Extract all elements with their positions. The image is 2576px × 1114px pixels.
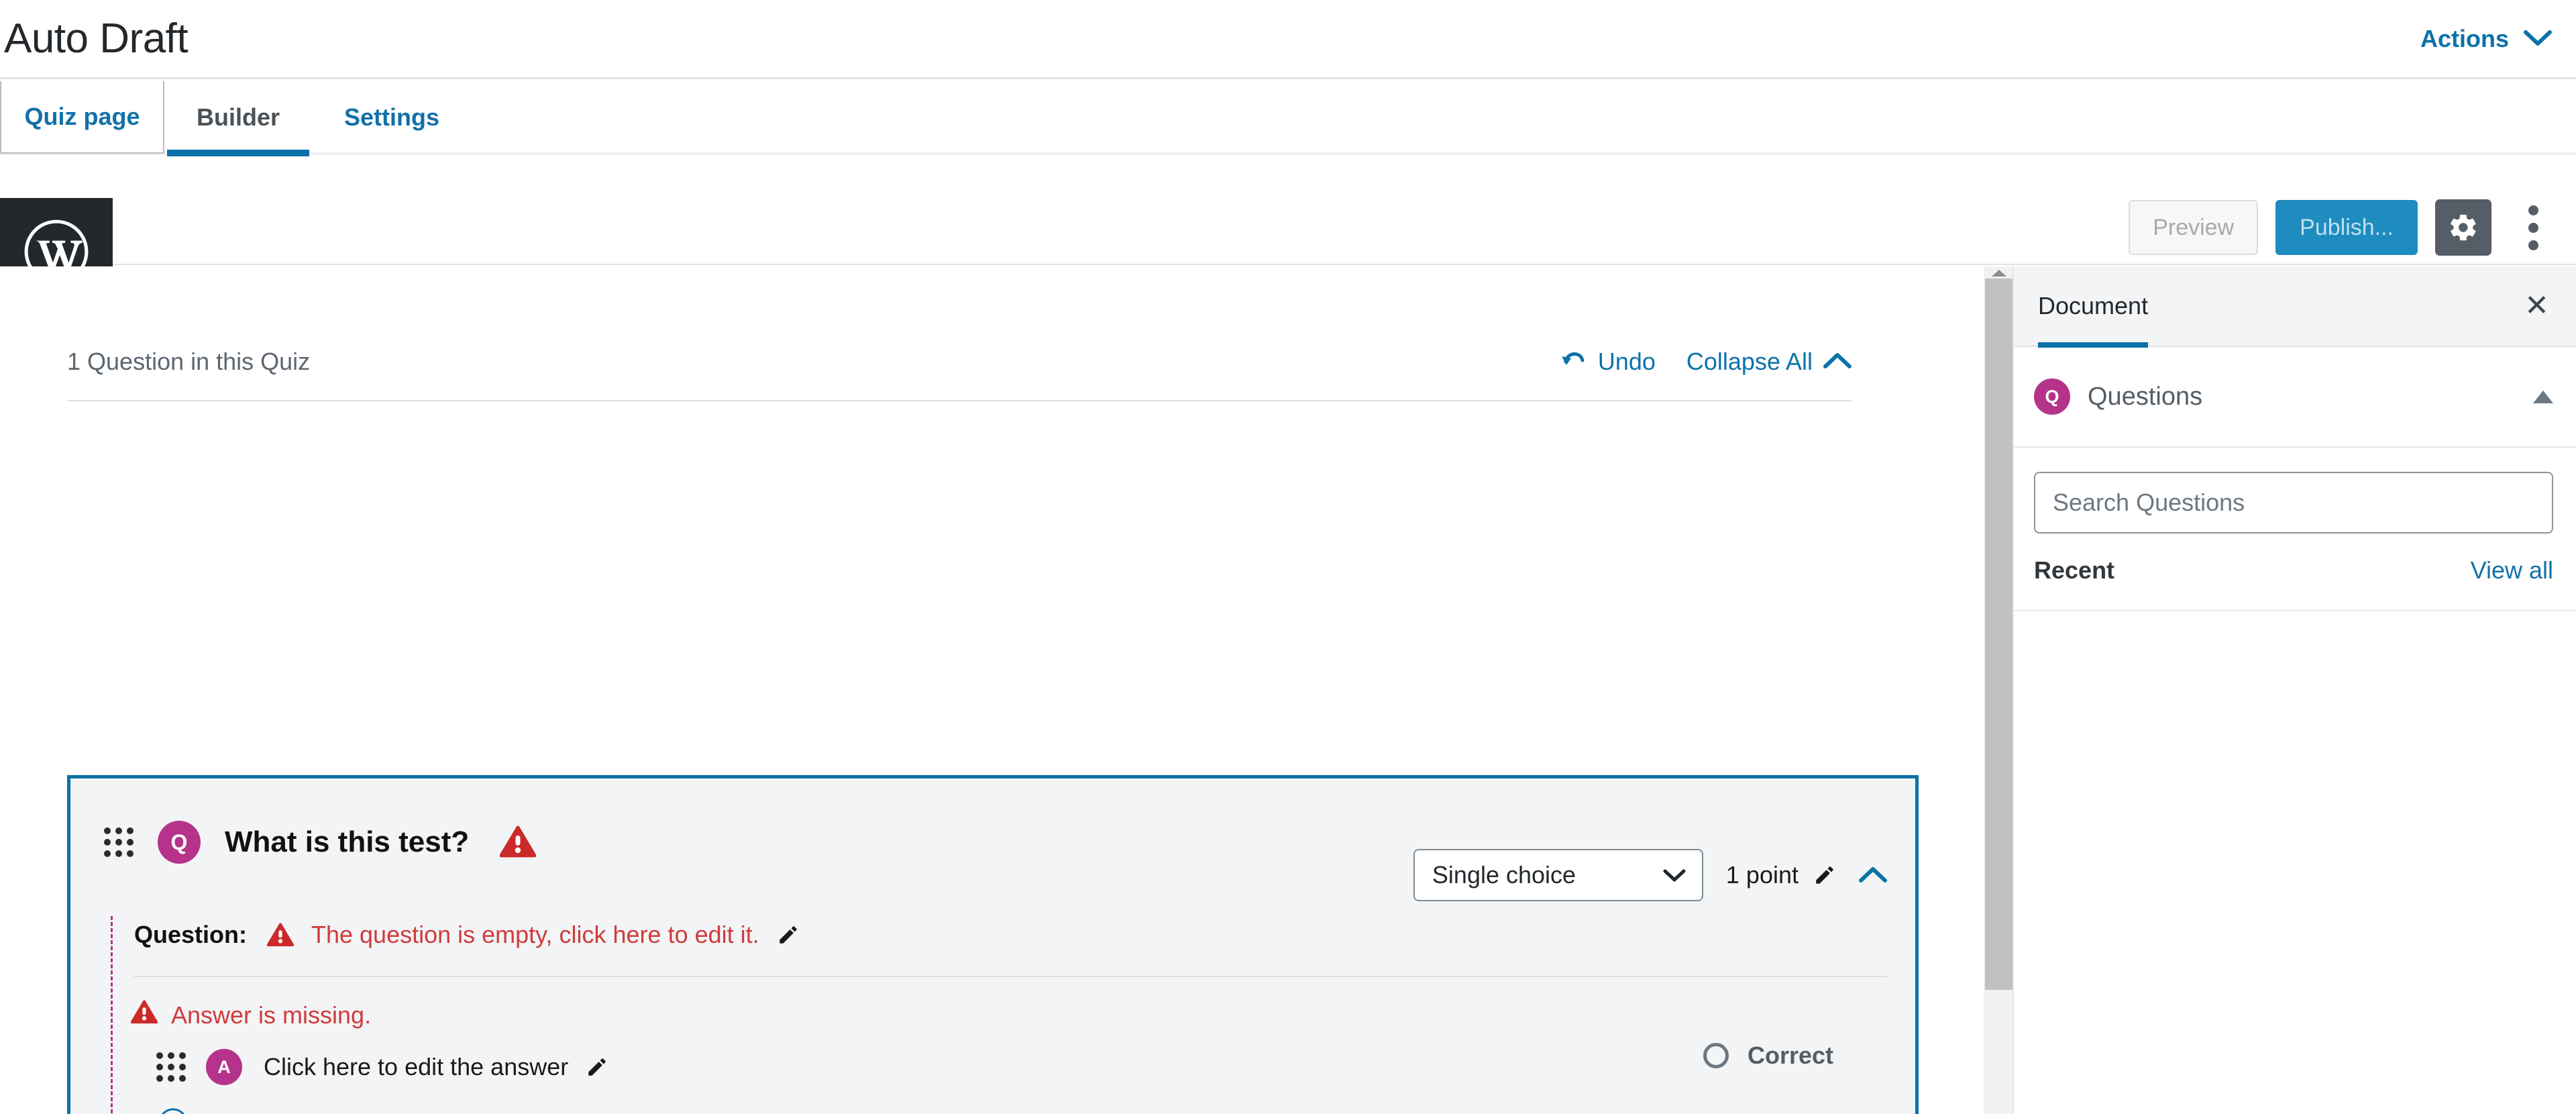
question-title: What is this test? — [225, 825, 470, 858]
close-icon[interactable]: ✕ — [2524, 291, 2549, 321]
question-collapse-toggle[interactable] — [1859, 866, 1887, 884]
chevron-down-icon — [1663, 861, 1686, 889]
kebab-menu-icon[interactable] — [2509, 199, 2557, 256]
question-count-text: 1 Question in this Quiz — [67, 348, 311, 375]
question-divider — [134, 976, 1887, 977]
questions-panel-title-group: Q Questions — [2034, 378, 2202, 415]
plus-circle-icon — [158, 1107, 189, 1114]
undo-button[interactable]: Undo — [1558, 347, 1656, 376]
view-all-link[interactable]: View all — [2471, 556, 2553, 585]
actions-label: Actions — [2420, 24, 2509, 52]
builder-canvas: 1 Question in this Quiz Undo Collapse Al… — [0, 266, 1982, 1114]
answer-missing-message: Answer is missing. — [130, 1000, 372, 1031]
pencil-icon[interactable] — [777, 923, 800, 946]
question-type-row: Single choice 1 point — [1413, 849, 1887, 901]
triangle-up-icon[interactable] — [2533, 390, 2553, 403]
questions-panel-title: Questions — [2088, 382, 2203, 411]
gear-icon[interactable] — [2435, 199, 2491, 256]
question-body-rail — [111, 916, 113, 1114]
sidebar-tab-bar: Document ✕ — [2014, 266, 2576, 348]
quiz-page-button[interactable]: Quiz page — [0, 81, 164, 154]
new-answer-label: New answer — [203, 1112, 343, 1114]
question-label: Question: — [134, 921, 247, 948]
actions-button[interactable]: Actions — [2420, 25, 2552, 53]
answer-missing-text: Answer is missing. — [171, 1001, 372, 1029]
chevron-up-icon — [1823, 348, 1851, 376]
title-bar: Auto Draft Actions — [0, 0, 2576, 79]
publish-button[interactable]: Publish... — [2275, 200, 2418, 255]
page-title: Auto Draft — [4, 15, 189, 62]
warning-triangle-icon — [500, 825, 537, 859]
undo-arrow-icon — [1558, 347, 1587, 376]
preview-button[interactable]: Preview — [2129, 200, 2259, 255]
answer-badge: A — [206, 1049, 242, 1085]
undo-label: Undo — [1597, 347, 1656, 375]
document-sidebar: Document ✕ Q Questions Recent View all — [2012, 266, 2576, 1114]
tab-strip: Quiz page Builder Settings — [0, 81, 2576, 156]
drag-handle-icon[interactable] — [104, 827, 133, 857]
drag-handle-icon[interactable] — [156, 1052, 186, 1082]
questions-panel-badge: Q — [2034, 378, 2070, 415]
question-text-row: Question: The question is empty, click h… — [134, 921, 1888, 949]
tab-builder[interactable]: Builder — [164, 81, 312, 156]
points-label: 1 point — [1725, 861, 1799, 889]
editor-actions: Preview Publish... — [2129, 199, 2557, 256]
question-card[interactable]: Q What is this test? Single choice 1 poi… — [67, 775, 1919, 1114]
collapse-all-label: Collapse All — [1686, 347, 1813, 375]
warning-triangle-icon — [267, 922, 294, 948]
search-questions-input[interactable] — [2034, 472, 2553, 534]
correct-answer-toggle[interactable]: Correct — [1703, 1042, 1833, 1070]
pencil-icon[interactable] — [586, 1056, 608, 1078]
warning-triangle-icon — [130, 1000, 158, 1031]
tab-document[interactable]: Document — [2038, 266, 2149, 348]
question-badge: Q — [158, 821, 201, 864]
correct-radio[interactable] — [1703, 1043, 1729, 1068]
question-points: 1 point — [1726, 861, 1836, 889]
question-empty-error[interactable]: The question is empty, click here to edi… — [311, 921, 759, 949]
quiz-header-tools: Undo Collapse All — [1558, 347, 1851, 376]
correct-label: Correct — [1747, 1042, 1833, 1069]
new-answer-button[interactable]: New answer — [158, 1107, 343, 1114]
scrollbar-thumb[interactable] — [1985, 278, 2012, 990]
recent-label: Recent — [2034, 556, 2115, 584]
editor-scrollbar[interactable] — [1982, 266, 2012, 1114]
questions-panel-body: Recent View all — [2014, 448, 2576, 611]
chevron-down-icon — [2524, 25, 2552, 53]
question-type-value: Single choice — [1432, 861, 1576, 889]
questions-panel-header[interactable]: Q Questions — [2014, 347, 2576, 448]
question-type-select[interactable]: Single choice — [1413, 849, 1703, 901]
pencil-icon[interactable] — [1813, 864, 1836, 887]
answer-text[interactable]: Click here to edit the answer — [264, 1053, 568, 1081]
recent-row: Recent View all — [2034, 556, 2553, 585]
answer-row[interactable]: A Click here to edit the answer — [156, 1040, 1887, 1094]
quiz-header-row: 1 Question in this Quiz Undo Collapse Al… — [67, 347, 1851, 401]
scrollbar-up-arrow[interactable] — [1984, 266, 2014, 280]
tab-settings[interactable]: Settings — [312, 81, 472, 154]
wp-editor-bar: Preview Publish... — [0, 158, 2576, 305]
collapse-all-button[interactable]: Collapse All — [1686, 348, 1851, 376]
